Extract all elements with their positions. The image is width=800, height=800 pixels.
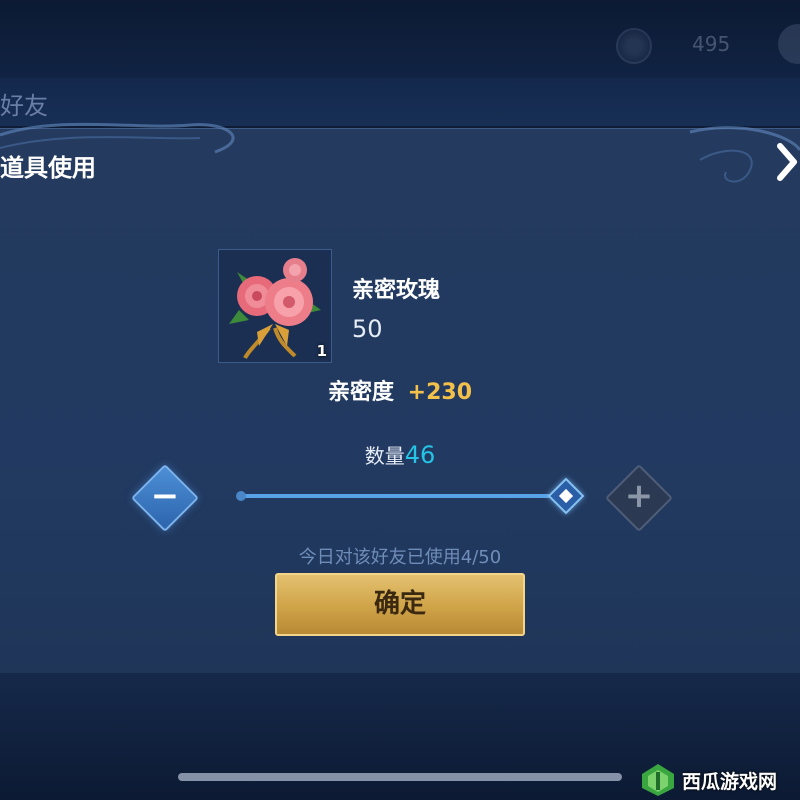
- background-header: [0, 78, 800, 126]
- currency-display: 495: [610, 22, 800, 66]
- slider-start-dot: [236, 491, 246, 501]
- dialog-title: 道具使用: [0, 154, 96, 182]
- close-button[interactable]: [770, 140, 800, 184]
- currency-value: 495: [692, 32, 731, 56]
- watermark-text: 西瓜游戏网: [682, 771, 778, 793]
- slider-fill: [240, 494, 567, 498]
- background-page-title: 好友: [0, 92, 48, 120]
- top-status-bar: 495: [0, 0, 800, 78]
- quantity-label: 数量: [364, 444, 405, 468]
- intimacy-label: 亲密度: [327, 380, 394, 405]
- watermark: 西瓜游戏网: [638, 760, 800, 800]
- item-count: 1: [316, 342, 327, 360]
- avatar[interactable]: [778, 24, 800, 64]
- quantity-value: 46: [404, 441, 436, 469]
- watermark-logo-icon: [642, 764, 674, 796]
- quantity-slider[interactable]: [240, 494, 567, 498]
- confirm-button[interactable]: 确定: [275, 573, 525, 636]
- coin-icon: [616, 28, 652, 64]
- minus-icon: −: [150, 476, 180, 516]
- close-chevron-icon: [777, 143, 797, 181]
- home-indicator[interactable]: [178, 773, 622, 781]
- plus-icon: +: [624, 476, 654, 516]
- rose-bouquet-icon: [229, 258, 321, 359]
- item-slot[interactable]: 1: [218, 249, 332, 363]
- quantity-display: 数量46: [0, 440, 800, 469]
- item-value: 50: [352, 315, 383, 343]
- intimacy-bonus: +230: [407, 380, 473, 405]
- intimacy-gain: 亲密度 +230: [0, 374, 800, 406]
- usage-info: 今日对该好友已使用4/50: [298, 547, 502, 568]
- item-name: 亲密玫瑰: [352, 278, 441, 303]
